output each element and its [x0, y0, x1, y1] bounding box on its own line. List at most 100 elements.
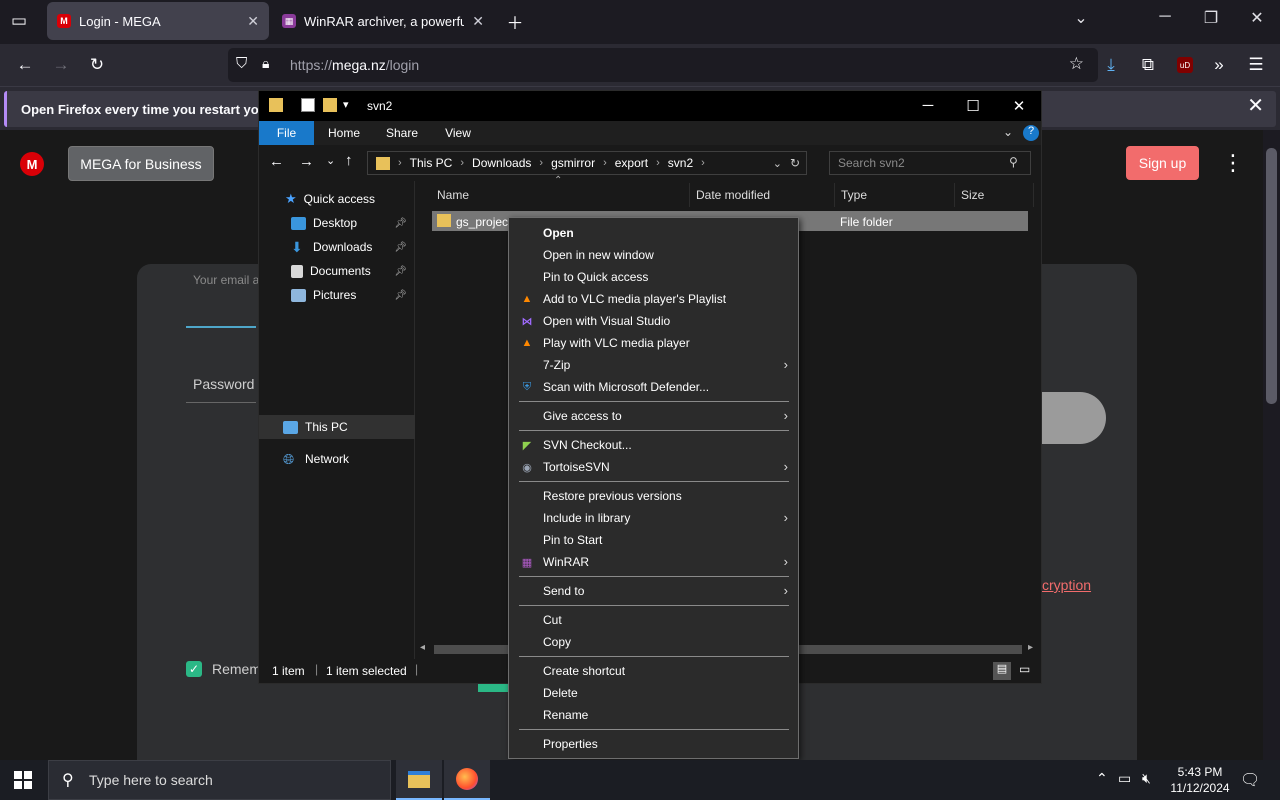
- close-tab-icon[interactable]: ✕: [472, 13, 484, 30]
- remember-me-checkbox[interactable]: ✓: [186, 661, 202, 677]
- menu-item-create-shortcut[interactable]: Create shortcut: [509, 660, 798, 682]
- column-header-size[interactable]: Size: [956, 183, 1034, 207]
- file-name[interactable]: gs_project: [456, 215, 511, 229]
- network-status-icon[interactable]: ▭: [1118, 770, 1131, 787]
- menu-item-play-with-vlc-media-player[interactable]: ▲ Play with VLC media player: [509, 332, 798, 354]
- breadcrumb-downloads[interactable]: Downloads: [472, 156, 531, 170]
- list-all-tabs-icon[interactable]: ⌄: [1066, 8, 1096, 28]
- explorer-maximize-icon[interactable]: ☐: [958, 97, 988, 115]
- page-scrollbar[interactable]: [1263, 130, 1280, 760]
- file-explorer-taskbar-button[interactable]: [396, 760, 442, 800]
- forward-icon[interactable]: →: [48, 52, 74, 78]
- taskbar-search-input[interactable]: Type here to search: [48, 760, 391, 800]
- downloads-icon[interactable]: ⤓: [1098, 52, 1124, 78]
- menu-item-give-access-to[interactable]: Give access to ›: [509, 405, 798, 427]
- details-view-icon[interactable]: ▤: [993, 662, 1011, 680]
- close-tab-icon[interactable]: ✕: [247, 13, 259, 30]
- restore-icon[interactable]: ❐: [1196, 8, 1226, 28]
- column-header-type[interactable]: Type: [836, 183, 955, 207]
- notifications-icon[interactable]: 🗨︎: [1240, 770, 1260, 790]
- menu-item-open[interactable]: Open: [509, 222, 798, 244]
- help-icon[interactable]: ?: [1023, 125, 1039, 141]
- menu-item-7-zip[interactable]: 7-Zip ›: [509, 354, 798, 376]
- customize-toolbar-icon[interactable]: ▾: [343, 98, 349, 111]
- nav-documents[interactable]: Documents 📌︎: [259, 259, 415, 283]
- nav-quick-access[interactable]: ★ Quick access: [259, 187, 415, 211]
- menu-item-include-in-library[interactable]: Include in library ›: [509, 507, 798, 529]
- tab-winrar[interactable]: ▦ WinRAR archiver, a powerful to ✕: [272, 2, 494, 40]
- breadcrumb-this-pc[interactable]: This PC: [410, 156, 453, 170]
- close-notification-icon[interactable]: ✕: [1247, 93, 1264, 118]
- ribbon-tab-home[interactable]: Home: [319, 121, 369, 145]
- address-dropdown-icon[interactable]: ⌄: [773, 157, 782, 170]
- volume-muted-icon[interactable]: 🔇︎: [1142, 770, 1151, 787]
- more-options-icon[interactable]: ⋮: [1222, 150, 1244, 176]
- minimize-icon[interactable]: ─: [1150, 8, 1180, 26]
- scroll-right-icon[interactable]: ▸: [1028, 642, 1033, 653]
- menu-item-delete[interactable]: Delete: [509, 682, 798, 704]
- nav-desktop[interactable]: Desktop 📌︎: [259, 211, 415, 235]
- ribbon-tab-file[interactable]: File: [259, 121, 314, 145]
- extensions-icon[interactable]: ⧉: [1135, 52, 1161, 78]
- scrollbar-thumb[interactable]: [1266, 148, 1277, 404]
- explorer-forward-icon[interactable]: →: [299, 153, 314, 170]
- large-icons-view-icon[interactable]: ▭: [1019, 662, 1030, 676]
- password-field[interactable]: [186, 402, 256, 403]
- breadcrumb-export[interactable]: export: [615, 156, 648, 170]
- breadcrumb-svn2[interactable]: svn2: [668, 156, 693, 170]
- url-bar[interactable]: ⛉ 🔒︎ https://mega.nz/login ☆: [228, 48, 1098, 82]
- menu-item-properties[interactable]: Properties: [509, 733, 798, 755]
- menu-item-scan-with-microsoft-defender[interactable]: ⛨ Scan with Microsoft Defender...: [509, 376, 798, 398]
- refresh-icon[interactable]: ↻: [790, 156, 800, 170]
- menu-item-pin-to-start[interactable]: Pin to Start: [509, 529, 798, 551]
- explorer-close-icon[interactable]: ✕: [1004, 97, 1034, 115]
- column-header-date-modified[interactable]: Date modified: [691, 183, 835, 207]
- hamburger-menu-icon[interactable]: ☰: [1243, 52, 1269, 78]
- expand-ribbon-icon[interactable]: ⌄: [1003, 125, 1013, 139]
- ribbon-tab-view[interactable]: View: [433, 121, 483, 145]
- tab-mega-login[interactable]: M Login - MEGA ✕: [47, 2, 269, 40]
- tab-list-icon[interactable]: ▭: [6, 8, 32, 34]
- back-icon[interactable]: ←: [12, 52, 38, 78]
- ribbon-tab-share[interactable]: Share: [377, 121, 427, 145]
- new-tab-icon[interactable]: ＋: [502, 8, 528, 34]
- menu-item-add-to-vlc-media-player-s-playlist[interactable]: ▲ Add to VLC media player's Playlist: [509, 288, 798, 310]
- column-header-name[interactable]: Name: [432, 183, 690, 207]
- menu-item-cut[interactable]: Cut: [509, 609, 798, 631]
- mega-for-business-button[interactable]: MEGA for Business: [68, 146, 214, 181]
- url-text[interactable]: https://mega.nz/login: [290, 57, 419, 73]
- breadcrumb-gsmirror[interactable]: gsmirror: [551, 156, 595, 170]
- menu-item-copy[interactable]: Copy: [509, 631, 798, 653]
- menu-item-open-with-visual-studio[interactable]: ⋈ Open with Visual Studio: [509, 310, 798, 332]
- menu-item-svn-checkout[interactable]: ◤ SVN Checkout...: [509, 434, 798, 456]
- nav-downloads[interactable]: ⬇ Downloads 📌︎: [259, 235, 415, 259]
- menu-item-pin-to-quick-access[interactable]: Pin to Quick access: [509, 266, 798, 288]
- bookmark-star-icon[interactable]: ☆: [1069, 54, 1084, 74]
- windows-start-icon[interactable]: [14, 771, 32, 789]
- scroll-left-icon[interactable]: ◂: [420, 642, 425, 653]
- system-clock[interactable]: 5:43 PM 11/12/2024: [1160, 764, 1240, 796]
- email-field[interactable]: [186, 326, 256, 328]
- mega-logo[interactable]: M: [20, 152, 44, 176]
- shield-icon[interactable]: ⛉: [236, 55, 247, 72]
- more-tools-icon[interactable]: »: [1206, 52, 1232, 78]
- close-window-icon[interactable]: ✕: [1242, 8, 1272, 28]
- up-folder-icon[interactable]: ↑: [345, 152, 353, 169]
- explorer-minimize-icon[interactable]: ─: [913, 97, 943, 114]
- nav-this-pc[interactable]: This PC: [259, 415, 415, 439]
- explorer-back-icon[interactable]: ←: [269, 153, 284, 170]
- nav-network[interactable]: 🌐︎ Network: [259, 447, 415, 471]
- recent-locations-icon[interactable]: ⌄: [326, 154, 335, 167]
- reload-icon[interactable]: ↻: [84, 52, 110, 78]
- menu-item-send-to[interactable]: Send to ›: [509, 580, 798, 602]
- nav-pictures[interactable]: Pictures 📌︎: [259, 283, 415, 307]
- menu-item-rename[interactable]: Rename: [509, 704, 798, 726]
- menu-item-open-in-new-window[interactable]: Open in new window: [509, 244, 798, 266]
- sign-up-button[interactable]: Sign up: [1126, 146, 1199, 180]
- explorer-search-input[interactable]: Search svn2: [829, 151, 1031, 175]
- firefox-taskbar-button[interactable]: [444, 760, 490, 800]
- menu-item-winrar[interactable]: ▦ WinRAR ›: [509, 551, 798, 573]
- show-hidden-icons-icon[interactable]: ⌃: [1096, 770, 1108, 787]
- menu-item-tortoisesvn[interactable]: ◉ TortoiseSVN ›: [509, 456, 798, 478]
- new-folder-icon[interactable]: [323, 98, 337, 112]
